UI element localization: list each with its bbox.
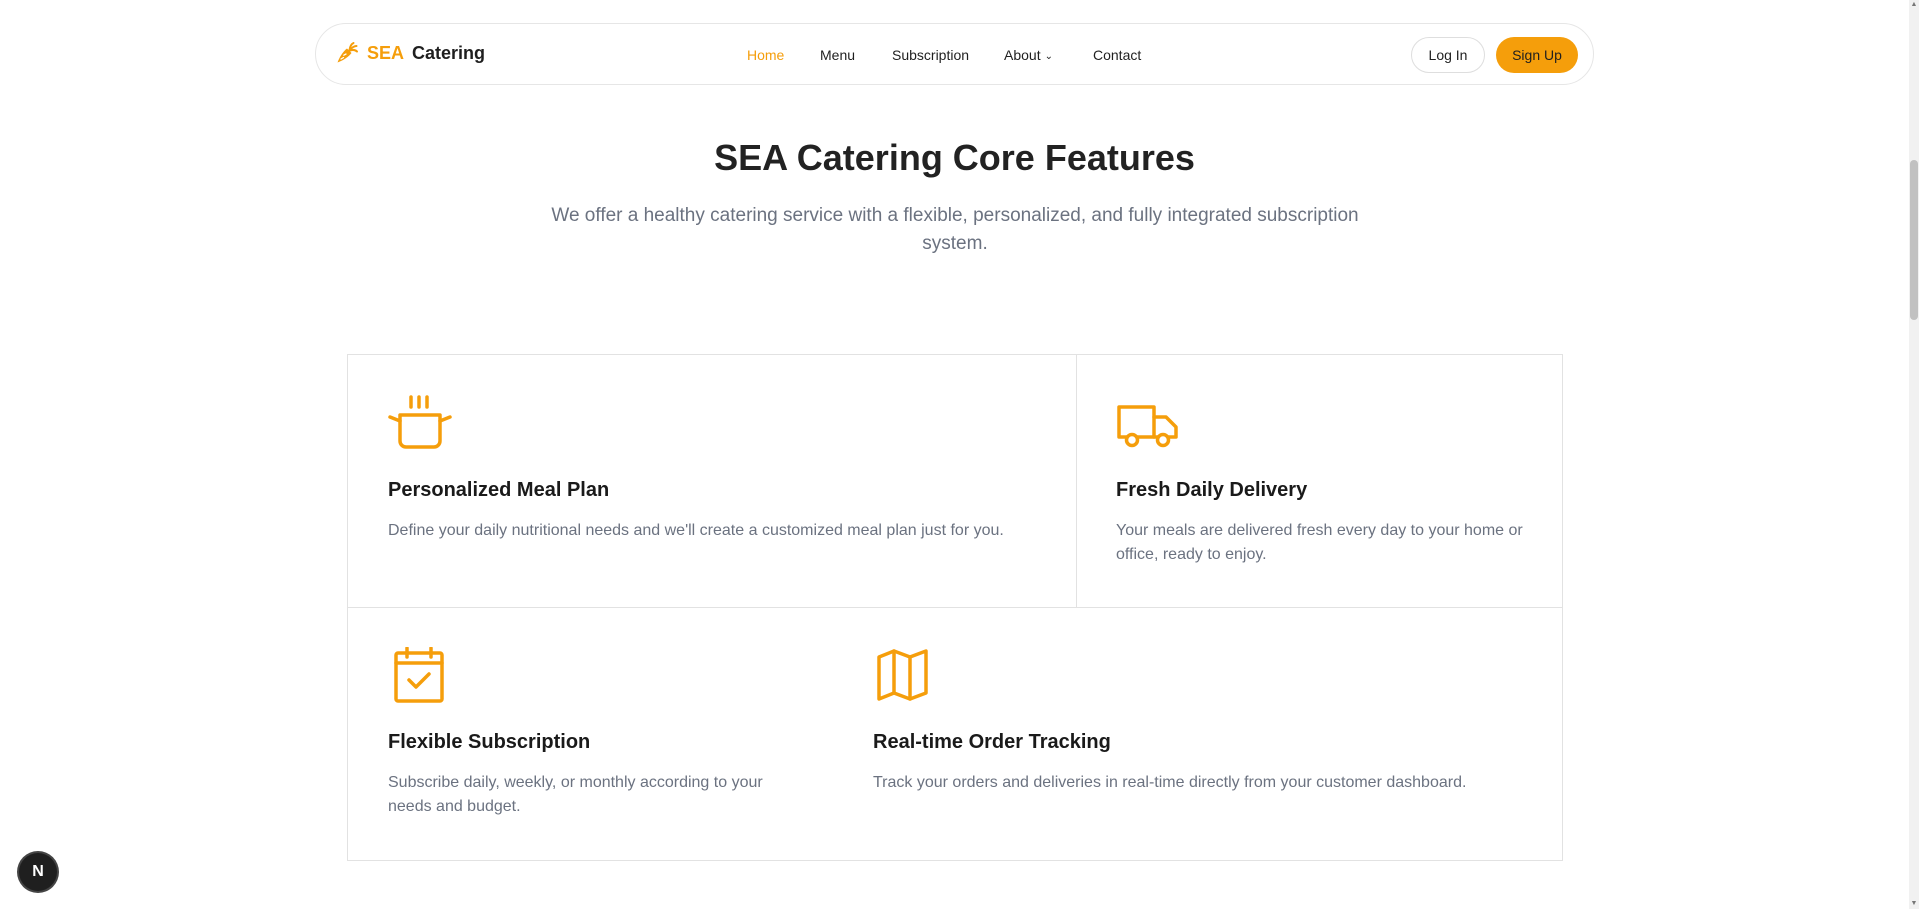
nextjs-devtools-badge[interactable]: N (19, 853, 57, 891)
features-grid: Personalized Meal Plan Define your daily… (347, 354, 1563, 861)
cooking-pot-icon (388, 395, 1048, 451)
chevron-down-icon: ⌄ (1044, 51, 1053, 62)
feature-card-delivery: Fresh Daily Delivery Your meals are deli… (1116, 395, 1526, 563)
nav-subscription[interactable]: Subscription (892, 47, 969, 63)
carrot-icon (335, 41, 359, 65)
scroll-down-arrow-icon[interactable]: ▼ (1909, 899, 1919, 909)
feature-description: Your meals are delivered fresh every day… (1116, 522, 1523, 563)
feature-card-tracking: Real-time Order Tracking Track your orde… (873, 647, 1513, 791)
brand-highlight: SEA (367, 42, 405, 63)
scroll-up-arrow-icon[interactable]: ▲ (1909, 0, 1919, 10)
signup-button[interactable]: Sign Up (1496, 37, 1578, 73)
nav-contact[interactable]: Contact (1093, 47, 1141, 63)
feature-title: Personalized Meal Plan (388, 479, 610, 501)
brand-logo[interactable]: SEA Catering (335, 41, 485, 65)
nav-menu-link[interactable]: Menu (820, 47, 855, 63)
page-title: SEA Catering Core Features (714, 137, 1195, 178)
feature-title: Real-time Order Tracking (873, 731, 1111, 753)
feature-description: Track your orders and deliveries in real… (873, 774, 1467, 791)
map-icon (873, 647, 1513, 703)
nav-home[interactable]: Home (747, 47, 784, 63)
page-subtitle: We offer a healthy catering service with… (551, 205, 1359, 254)
feature-description: Subscribe daily, weekly, or monthly acco… (388, 774, 763, 815)
feature-title: Fresh Daily Delivery (1116, 479, 1308, 501)
brand-name: SEA Catering (367, 43, 485, 64)
calendar-check-icon (388, 647, 808, 703)
brand-word: Catering (412, 42, 486, 63)
login-button[interactable]: Log In (1411, 37, 1485, 73)
nav-about[interactable]: About ⌄ (1004, 47, 1053, 63)
feature-card-subscription: Flexible Subscription Subscribe daily, w… (388, 647, 808, 815)
grid-divider-vertical (1076, 355, 1077, 607)
scrollbar-thumb[interactable] (1910, 160, 1918, 320)
delivery-truck-icon (1116, 395, 1526, 451)
feature-card-meal-plan: Personalized Meal Plan Define your daily… (388, 395, 1048, 539)
navbar: SEA Catering Home Menu Subscription About… (315, 23, 1594, 85)
page-scrollbar[interactable]: ▲ ▼ (1909, 0, 1919, 909)
feature-description: Define your daily nutritional needs and … (388, 522, 1004, 539)
nav-about-label: About (1004, 47, 1041, 63)
feature-title: Flexible Subscription (388, 731, 591, 753)
grid-divider-horizontal (348, 607, 1562, 608)
